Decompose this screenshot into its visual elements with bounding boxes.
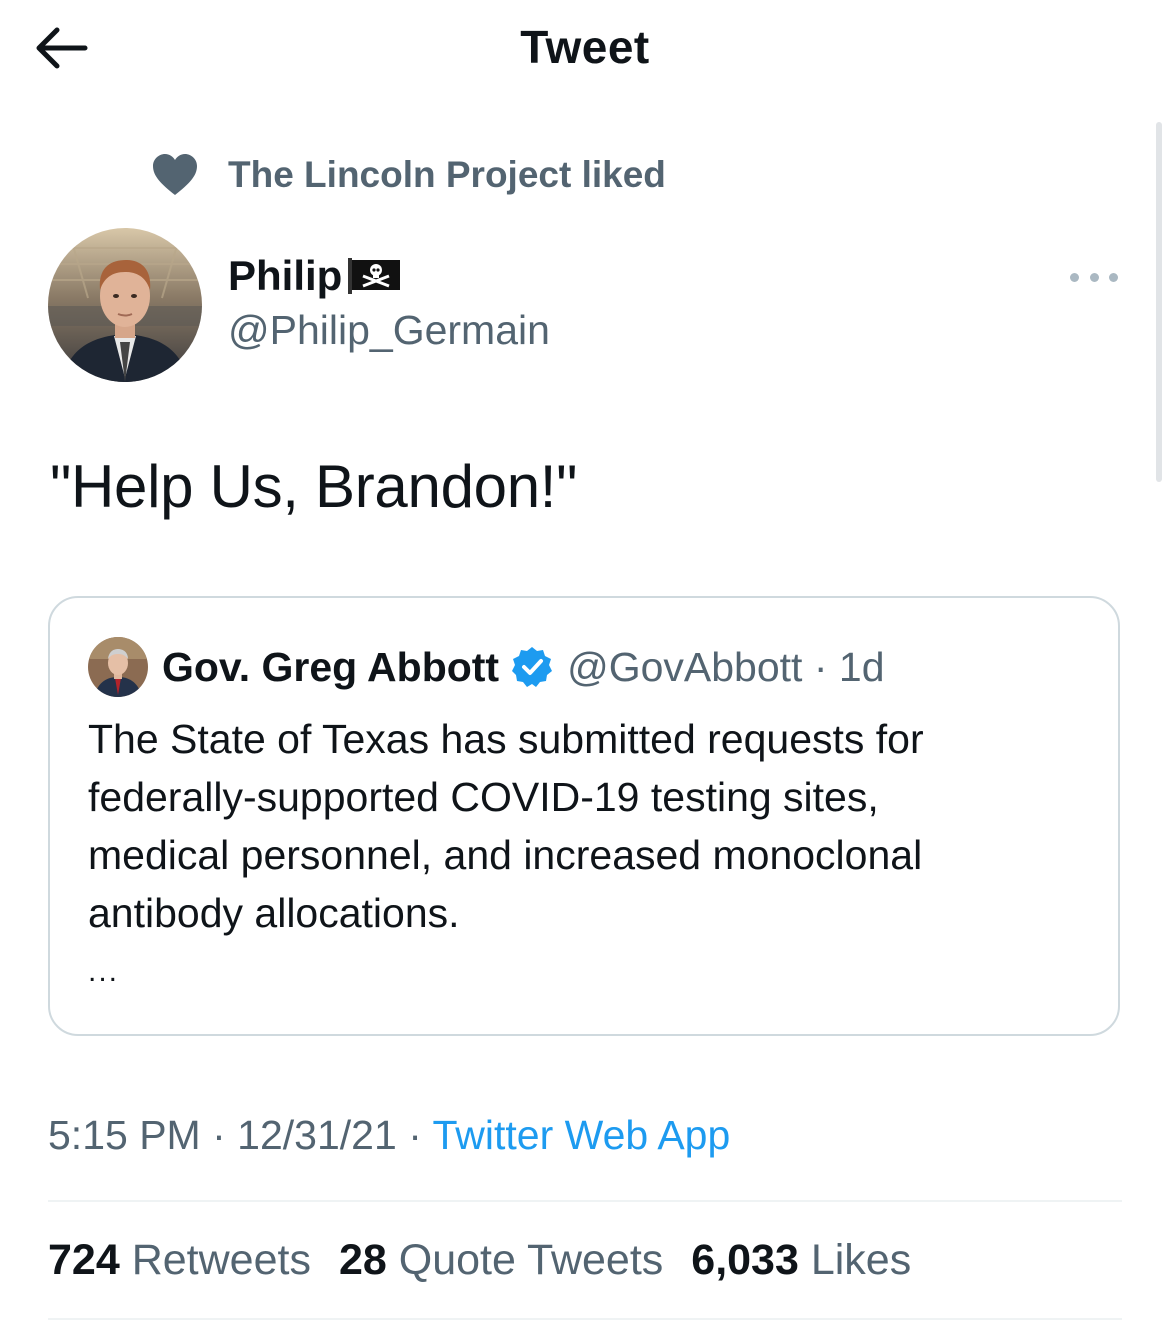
quote-tweets-count: 28 (338, 1236, 387, 1284)
tweet-timestamp-row: 5:15 PM · 12/31/21 · Twitter Web App (48, 1112, 730, 1159)
more-dot (1109, 272, 1118, 282)
divider (48, 1200, 1122, 1202)
social-context-text: The Lincoln Project liked (228, 154, 666, 195)
quoted-text-line: The State of Texas has submitted request… (88, 716, 924, 762)
divider (48, 1318, 1122, 1320)
page-title: Tweet (520, 21, 650, 73)
retweets-label: Retweets (131, 1236, 311, 1284)
author-name[interactable]: Philip (228, 252, 401, 300)
top-bar: Tweet (0, 0, 1170, 100)
quoted-author-name: Gov. Greg Abbott (162, 643, 500, 690)
social-context: The Lincoln Project liked (150, 150, 666, 200)
quoted-text-line: federally-supported COVID-19 testing sit… (88, 774, 879, 820)
retweets-count: 724 (48, 1236, 120, 1284)
author-handle[interactable]: @Philip_Germain (228, 307, 550, 354)
more-dot (1070, 272, 1079, 282)
tweet-date: 12/31/21 (237, 1112, 397, 1158)
heart-icon (150, 150, 200, 200)
likes-count: 6,033 (691, 1236, 799, 1284)
quoted-tweet-card[interactable]: Gov. Greg Abbott @GovAbbott · 1d The Sta… (48, 596, 1120, 1036)
quoted-tweet-text: The State of Texas has submitted request… (88, 710, 1088, 992)
more-dot (1089, 272, 1099, 282)
tweet-stats: 724 Retweets 28 Quote Tweets 6,033 Likes (48, 1236, 939, 1285)
separator-dot: · (408, 1112, 422, 1158)
tweet-text: "Help Us, Brandon!" (50, 453, 578, 520)
pirate-flag-icon (348, 258, 401, 294)
quoted-text-ellipsis: ... (88, 955, 120, 988)
likes-stat[interactable]: 6,033 Likes (691, 1236, 911, 1285)
quote-tweets-label: Quote Tweets (398, 1236, 664, 1284)
likes-label: Likes (810, 1236, 912, 1284)
tweet-source-link[interactable]: Twitter Web App (433, 1112, 731, 1158)
more-options-button[interactable] (1070, 262, 1118, 292)
separator-dot: · (813, 643, 828, 690)
author-avatar[interactable] (48, 228, 202, 382)
quoted-text-line: antibody allocations. (88, 890, 460, 936)
author-display-name: Philip (228, 252, 343, 299)
quoted-author-handle: @GovAbbott · 1d (567, 644, 884, 691)
quoted-text-line: medical personnel, and increased monoclo… (88, 832, 923, 878)
quoted-handle-text: @GovAbbott (567, 643, 803, 690)
quoted-tweet-header: Gov. Greg Abbott @GovAbbott · 1d (88, 636, 885, 698)
quoted-author-avatar[interactable] (88, 637, 148, 697)
scrollbar[interactable] (1156, 122, 1162, 482)
quoted-tweet-age: 1d (838, 643, 885, 690)
separator-dot: · (212, 1112, 226, 1158)
retweets-stat[interactable]: 724 Retweets (48, 1236, 311, 1285)
verified-badge-icon (512, 647, 553, 687)
tweet-time: 5:15 PM (48, 1112, 201, 1158)
quote-tweets-stat[interactable]: 28 Quote Tweets (339, 1236, 663, 1285)
